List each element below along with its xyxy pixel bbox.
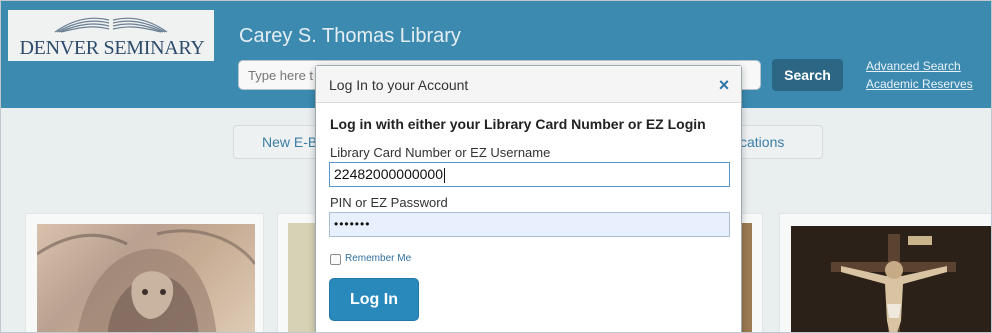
modal-title: Log In to your Account xyxy=(329,77,469,93)
remember-me-checkbox[interactable] xyxy=(330,254,341,265)
denver-seminary-logo[interactable]: DENVER SEMINARY xyxy=(8,10,214,61)
book-cover-image[interactable] xyxy=(791,226,991,332)
search-button[interactable]: Search xyxy=(772,59,843,91)
username-label: Library Card Number or EZ Username xyxy=(330,145,551,160)
cover-illustration xyxy=(37,229,255,332)
logo-emblem-icon xyxy=(54,17,168,33)
modal-header: Log In to your Account × xyxy=(316,66,741,103)
site-title[interactable]: Carey S. Thomas Library xyxy=(239,25,461,48)
book-card[interactable] xyxy=(25,213,264,332)
remember-me-label[interactable]: Remember Me xyxy=(345,253,411,264)
username-value: 22482000000000 xyxy=(334,166,444,182)
login-modal: Log In to your Account × Log in with eit… xyxy=(315,65,742,332)
login-button[interactable]: Log In xyxy=(329,278,419,321)
login-instructions-heading: Log in with either your Library Card Num… xyxy=(330,116,706,132)
password-label: PIN or EZ Password xyxy=(330,195,448,210)
username-input[interactable]: 22482000000000 xyxy=(329,162,730,187)
crucifix-illustration xyxy=(791,226,991,332)
logo-text: DENVER SEMINARY xyxy=(19,37,205,59)
book-card[interactable] xyxy=(779,213,991,332)
advanced-search-link[interactable]: Advanced Search xyxy=(866,59,961,73)
close-icon[interactable]: × xyxy=(713,74,735,96)
book-cover-image[interactable] xyxy=(37,224,255,332)
book-card[interactable] xyxy=(277,213,318,332)
text-cursor xyxy=(444,167,446,183)
academic-reserves-link[interactable]: Academic Reserves xyxy=(866,77,973,91)
password-input[interactable]: ••••••• xyxy=(329,212,730,237)
browser-page: DENVER SEMINARY Carey S. Thomas Library … xyxy=(0,0,992,333)
password-value: ••••••• xyxy=(334,217,371,231)
book-cover-image[interactable] xyxy=(288,223,318,332)
